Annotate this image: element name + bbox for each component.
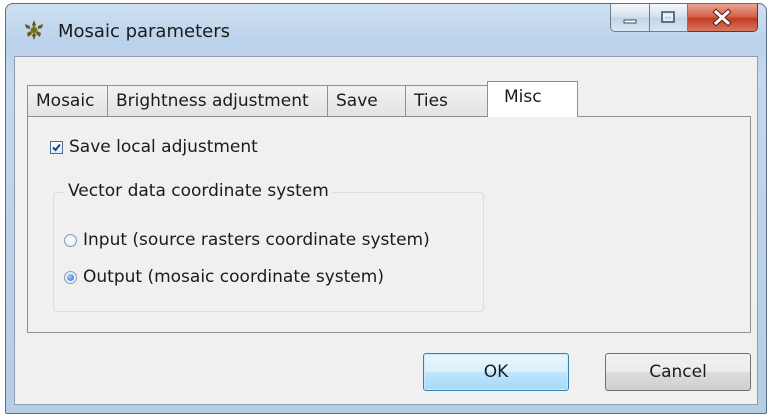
minimize-button[interactable] bbox=[610, 4, 650, 32]
group-title: Vector data coordinate system bbox=[64, 181, 333, 201]
save-local-adjustment-checkbox[interactable] bbox=[50, 140, 63, 154]
cancel-button[interactable]: Cancel bbox=[605, 353, 751, 391]
maximize-icon bbox=[661, 11, 675, 23]
tab-label: Mosaic bbox=[36, 91, 95, 111]
radio-option-output[interactable]: Output (mosaic coordinate system) bbox=[64, 267, 384, 287]
checkmark-icon bbox=[52, 143, 61, 151]
tab-label: Save bbox=[336, 91, 378, 111]
tab-ties[interactable]: Ties bbox=[405, 85, 488, 116]
title-bar[interactable]: Mosaic parameters bbox=[6, 4, 766, 56]
caption-buttons bbox=[610, 4, 758, 34]
save-local-adjustment-option[interactable]: Save local adjustment bbox=[50, 137, 258, 157]
misc-tab-panel: Save local adjustment Vector data coordi… bbox=[27, 116, 751, 333]
mosaic-parameters-dialog: Mosaic parameters Mosaic Brightness adju… bbox=[5, 3, 767, 414]
vector-data-coordinate-system-group: Vector data coordinate system Input (sou… bbox=[53, 181, 484, 312]
close-button[interactable] bbox=[688, 4, 758, 32]
maximize-button[interactable] bbox=[650, 4, 688, 32]
ok-button[interactable]: OK bbox=[423, 353, 569, 391]
close-icon bbox=[712, 8, 732, 27]
radio-label-output: Output (mosaic coordinate system) bbox=[83, 267, 384, 287]
tab-save[interactable]: Save bbox=[327, 85, 406, 116]
mosaic-app-icon bbox=[25, 20, 43, 40]
input-radio[interactable] bbox=[64, 233, 77, 247]
tab-label: Ties bbox=[414, 91, 448, 111]
dialog-client-area: Mosaic Brightness adjustment Save Ties M… bbox=[14, 56, 758, 405]
tab-misc[interactable]: Misc bbox=[487, 81, 578, 117]
radio-label-input: Input (source rasters coordinate system) bbox=[83, 230, 430, 250]
output-radio[interactable] bbox=[64, 270, 77, 284]
minimize-icon bbox=[623, 19, 637, 24]
window-title: Mosaic parameters bbox=[58, 21, 230, 42]
tab-brightness-adjustment[interactable]: Brightness adjustment bbox=[107, 85, 328, 116]
save-local-adjustment-label: Save local adjustment bbox=[69, 137, 258, 157]
tab-label: Brightness adjustment bbox=[116, 91, 309, 111]
radio-option-input[interactable]: Input (source rasters coordinate system) bbox=[64, 230, 430, 250]
tab-mosaic[interactable]: Mosaic bbox=[27, 85, 108, 116]
tab-label: Misc bbox=[504, 87, 542, 107]
radio-selected-dot bbox=[67, 273, 74, 281]
